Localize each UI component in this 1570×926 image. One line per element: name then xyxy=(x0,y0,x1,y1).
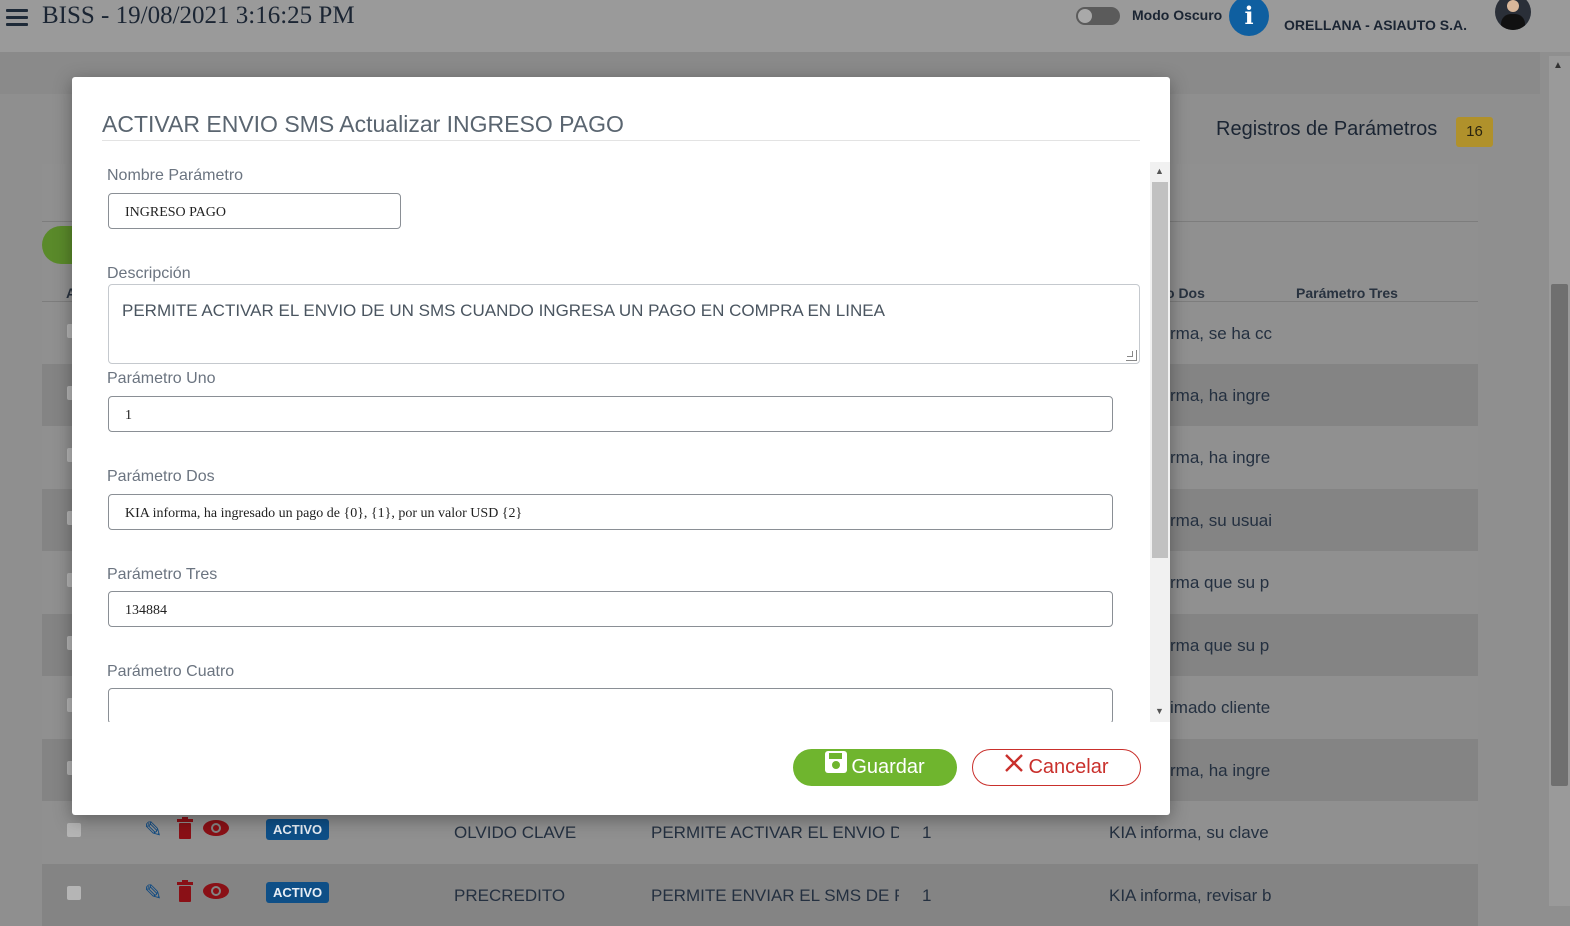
descripcion-textarea[interactable]: PERMITE ACTIVAR EL ENVIO DE UN SMS CUAND… xyxy=(108,284,1140,364)
company-name: ORELLANA - ASIAUTO S.A. xyxy=(1284,17,1468,33)
row-parametro-dos: imado cliente xyxy=(1170,698,1271,717)
modal-scrollbar-thumb[interactable] xyxy=(1152,182,1168,558)
records-count-badge: 16 xyxy=(1456,117,1493,147)
hamburger-menu-icon[interactable] xyxy=(6,9,28,27)
row-nombre: PRECREDITO xyxy=(454,886,566,905)
eye-icon[interactable] xyxy=(202,880,230,908)
modal-title: ACTIVAR ENVIO SMS Actualizar INGRESO PAG… xyxy=(102,111,624,137)
save-button[interactable]: Guardar xyxy=(793,749,957,786)
cancel-button[interactable]: Cancelar xyxy=(972,749,1141,786)
parametro-uno-label: Parámetro Uno xyxy=(107,370,216,387)
dark-mode-label: Modo Oscuro xyxy=(1132,7,1223,23)
table-row[interactable]: ✎ ACTIVO PRECREDITO PERMITE ENVIAR EL SM… xyxy=(42,864,1478,926)
status-badge: ACTIVO xyxy=(266,882,330,903)
row-parametro-dos: KIA informa, revisar b xyxy=(1109,886,1272,905)
descripcion-text: PERMITE ACTIVAR EL ENVIO DE UN SMS CUAND… xyxy=(122,301,885,320)
row-parametro-dos: rma, se ha cc xyxy=(1170,324,1273,343)
parametro-uno-input[interactable]: 1 xyxy=(108,396,1113,432)
parametro-dos-input[interactable]: KIA informa, ha ingresado un pago de {0}… xyxy=(108,494,1113,530)
resize-grip-icon[interactable] xyxy=(1126,350,1137,361)
row-descripcion: PERMITE ENVIAR EL SMS DE PF xyxy=(651,886,899,905)
trash-icon[interactable] xyxy=(176,817,194,845)
row-checkbox[interactable] xyxy=(67,886,81,900)
row-parametro-uno: 1 xyxy=(922,886,932,905)
trash-icon[interactable] xyxy=(176,880,194,908)
page-scrollbar[interactable]: ▲ xyxy=(1549,56,1570,906)
row-parametro-dos: rma, su usuai xyxy=(1170,511,1273,530)
records-title: Registros de Parámetros xyxy=(1216,118,1438,140)
parametro-cuatro-label: Parámetro Cuatro xyxy=(107,663,235,680)
dark-mode-toggle[interactable] xyxy=(1076,7,1120,25)
parametro-dos-label: Parámetro Dos xyxy=(107,468,215,485)
modal-scrollbar[interactable]: ▲ ▼ xyxy=(1150,162,1170,722)
parametro-tres-label: Parámetro Tres xyxy=(107,566,218,583)
row-parametro-dos: rma, ha ingre xyxy=(1170,448,1271,467)
modal-title-divider xyxy=(102,140,1140,141)
column-header-parametro-tres: Parámetro Tres xyxy=(1296,285,1398,301)
pencil-icon[interactable]: ✎ xyxy=(144,817,162,843)
page-scrollbar-thumb[interactable] xyxy=(1551,284,1568,786)
cancel-button-label: Cancelar xyxy=(1028,756,1109,778)
scroll-up-arrow-icon[interactable]: ▲ xyxy=(1553,60,1563,71)
floppy-icon xyxy=(825,749,848,786)
row-parametro-dos: rma que su p xyxy=(1170,573,1270,592)
parametro-tres-input[interactable]: 134884 xyxy=(108,591,1113,627)
descripcion-label: Descripción xyxy=(107,265,191,282)
row-parametro-dos: KIA informa, su clave xyxy=(1109,823,1269,842)
eye-icon[interactable] xyxy=(202,817,230,845)
row-checkbox[interactable] xyxy=(67,823,81,837)
row-parametro-uno: 1 xyxy=(922,823,932,842)
nombre-parametro-input[interactable]: INGRESO PAGO xyxy=(108,193,401,229)
scroll-down-arrow-icon[interactable]: ▼ xyxy=(1155,706,1164,716)
status-badge: ACTIVO xyxy=(266,819,330,840)
app-title: BISS - 19/08/2021 3:16:25 PM xyxy=(42,2,355,29)
column-header-parametro-dos: o Dos xyxy=(1166,285,1205,301)
modal-form: Nombre Parámetro INGRESO PAGO Descripció… xyxy=(102,162,1152,722)
row-parametro-dos: rma, ha ingre xyxy=(1170,761,1271,780)
row-descripcion: PERMITE ACTIVAR EL ENVIO DE xyxy=(651,823,899,842)
row-parametro-dos: rma, ha ingre xyxy=(1170,386,1271,405)
close-x-icon xyxy=(1004,750,1024,785)
row-parametro-dos: rma que su p xyxy=(1170,636,1270,655)
save-button-label: Guardar xyxy=(851,756,925,778)
nombre-parametro-label: Nombre Parámetro xyxy=(107,167,244,184)
edit-parameter-modal: ACTIVAR ENVIO SMS Actualizar INGRESO PAG… xyxy=(72,77,1170,815)
pencil-icon[interactable]: ✎ xyxy=(144,880,162,906)
row-nombre: OLVIDO CLAVE xyxy=(454,823,577,842)
scroll-up-arrow-icon[interactable]: ▲ xyxy=(1155,166,1164,176)
parametro-cuatro-input[interactable] xyxy=(108,688,1113,722)
